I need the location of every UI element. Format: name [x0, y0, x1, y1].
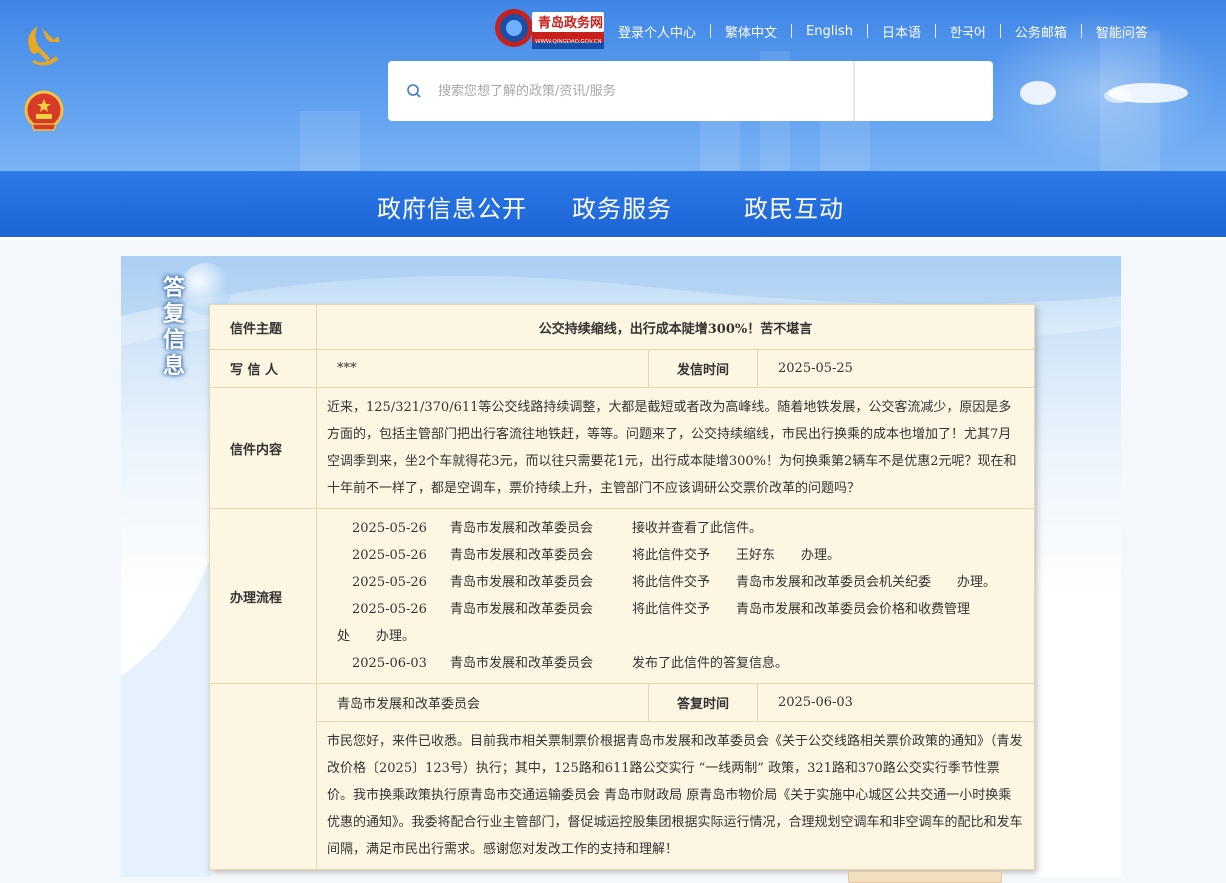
letter-subject: 公交持续缩线，出行成本陡增300%！苦不堪言 — [316, 304, 1035, 350]
reply-time-label: 答复时间 — [648, 683, 758, 722]
search-bar — [388, 61, 993, 121]
search-input[interactable] — [436, 82, 830, 100]
nav-interaction[interactable]: 政民互动 — [744, 189, 844, 224]
top-link-traditional[interactable]: 繁体中文 — [711, 22, 791, 41]
process-row: 处 办理。 — [337, 629, 416, 644]
subject-label: 信件主题 — [209, 304, 317, 350]
letter-table: 信件主题 公交持续缩线，出行成本陡增300%！苦不堪言 写 信 人 *** 发信… — [209, 304, 1035, 870]
process-row: 2025-06-03 青岛市发展和改革委员会 发布了此信件的答复信息。 — [352, 656, 789, 671]
main-nav: 政府信息公开 政务服务 政民互动 — [0, 171, 1226, 240]
reply-content: 市民您好，来件已收悉。目前我市相关票制票价根据青岛市发展和改革委员会《关于公交线… — [316, 721, 1035, 870]
nav-gov-service[interactable]: 政务服务 — [572, 189, 672, 224]
party-emblem-icon — [28, 26, 60, 66]
national-emblem-icon — [24, 90, 64, 131]
process-label: 办理流程 — [209, 508, 317, 684]
writer-value: *** — [316, 349, 649, 388]
nav-gov-info[interactable]: 政府信息公开 — [377, 189, 527, 224]
top-link-mail[interactable]: 公务邮箱 — [1001, 22, 1081, 41]
process-row: 2025-05-26 青岛市发展和改革委员会 将此信件交予 青岛市发展和改革委员会价… — [352, 602, 971, 617]
top-link-login[interactable]: 登录个人中心 — [612, 22, 710, 41]
process-row: 2025-05-26 青岛市发展和改革委员会 接收并查看了此信件。 — [352, 521, 763, 536]
process-row: 2025-05-26 青岛市发展和改革委员会 将此信件交予 王好东 办理。 — [352, 548, 841, 563]
sent-time-value: 2025-05-25 — [757, 349, 1035, 388]
search-button[interactable] — [855, 61, 993, 121]
process-row: 2025-05-26 青岛市发展和改革委员会 将此信件交予 青岛市发展和改革委员会机… — [352, 575, 997, 590]
top-link-japanese[interactable]: 日本语 — [868, 22, 935, 41]
letter-content: 近来，125/321/370/611等公交线路持续调整，大都是截短或者改为高峰线… — [316, 387, 1035, 509]
site-header: 青岛政务网 WWW.QINGDAO.GOV.CN 登录个人中心 繁体中文 Eng… — [0, 0, 1226, 171]
bottom-button[interactable] — [848, 871, 1002, 883]
top-link-qa[interactable]: 智能问答 — [1082, 22, 1162, 41]
logo-url: WWW.QINGDAO.GOV.CN — [535, 39, 602, 45]
logo-text: 青岛政务网 — [538, 16, 604, 31]
panel-title: 答复信息 — [162, 276, 185, 379]
top-link-korean[interactable]: 한국어 — [936, 22, 1000, 41]
top-links: 登录个人中心 繁体中文 English 日本语 한국어 公务邮箱 智能问答 — [612, 20, 1162, 42]
writer-label: 写 信 人 — [209, 349, 317, 388]
reply-org: 青岛市发展和改革委员会 — [316, 683, 649, 722]
reply-time-value: 2025-06-03 — [757, 683, 1035, 722]
content-label: 信件内容 — [209, 387, 317, 509]
process-list: 2025-05-26 青岛市发展和改革委员会 接收并查看了此信件。 2025-05-… — [316, 508, 1035, 684]
header-decoration — [1020, 81, 1188, 105]
sent-time-label: 发信时间 — [648, 349, 758, 388]
search-icon[interactable] — [406, 83, 422, 99]
top-link-english[interactable]: English — [792, 24, 867, 39]
